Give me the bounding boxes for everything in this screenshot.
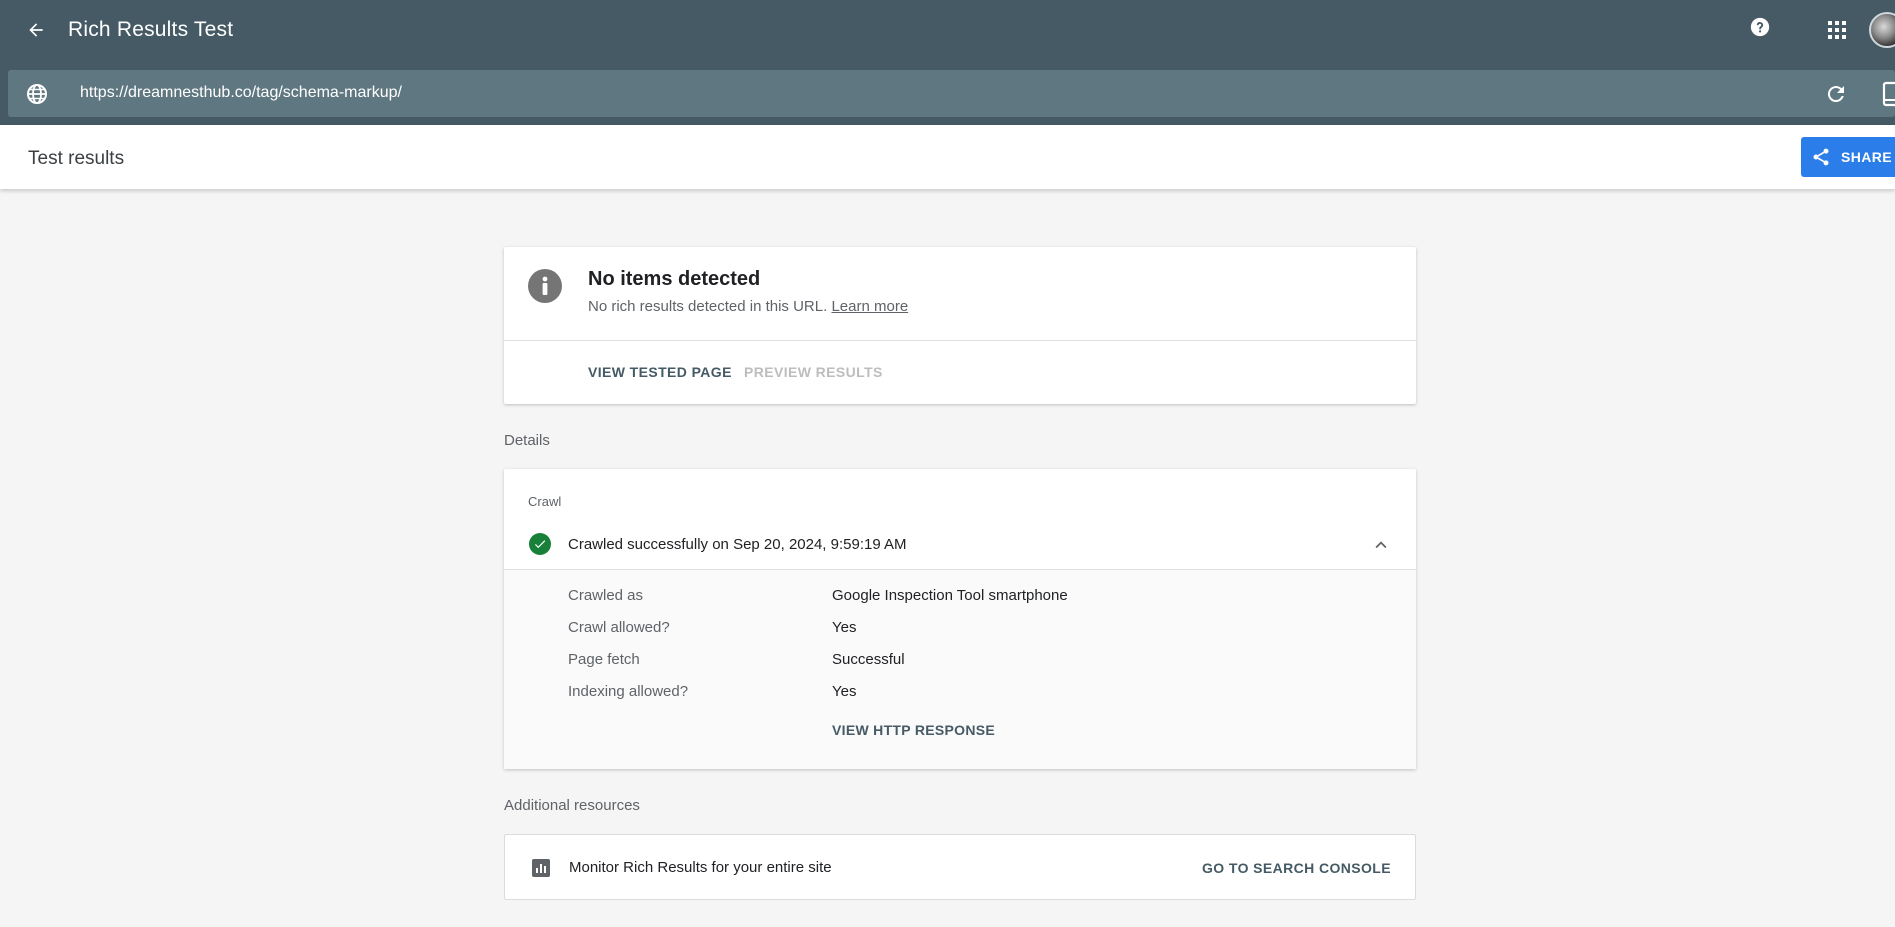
summary-subtext-label: No rich results detected in this URL. bbox=[588, 298, 828, 315]
chevron-up-icon[interactable] bbox=[1370, 534, 1392, 556]
detail-value-crawled-as: Google Inspection Tool smartphone bbox=[832, 587, 1068, 604]
app-header: Rich Results Test https://dreamnesthub.c… bbox=[0, 0, 1895, 125]
summary-subtext: No rich results detected in this URL. Le… bbox=[588, 298, 908, 315]
detail-label-indexing-allowed: Indexing allowed? bbox=[568, 683, 689, 700]
app-title: Rich Results Test bbox=[68, 18, 234, 41]
app-header-row: Rich Results Test bbox=[0, 0, 1895, 60]
additional-resources-label: Additional resources bbox=[504, 797, 640, 814]
detail-value-crawl-allowed: Yes bbox=[832, 619, 857, 636]
go-to-search-console-button[interactable]: GO TO SEARCH CONSOLE bbox=[1202, 860, 1391, 876]
bar-chart-icon bbox=[532, 859, 550, 877]
apps-grid-icon bbox=[1828, 21, 1846, 39]
view-tested-page-button[interactable]: VIEW TESTED PAGE bbox=[588, 364, 732, 380]
reload-icon[interactable] bbox=[1824, 82, 1848, 106]
share-label: SHARE bbox=[1841, 149, 1893, 165]
help-icon bbox=[1750, 17, 1770, 37]
detail-value-page-fetch: Successful bbox=[832, 651, 905, 668]
detail-label-crawl-allowed: Crawl allowed? bbox=[568, 619, 670, 636]
smartphone-icon[interactable] bbox=[1879, 81, 1895, 107]
share-icon bbox=[1813, 148, 1829, 166]
page-title: Test results bbox=[28, 148, 125, 169]
check-circle-icon bbox=[529, 533, 551, 555]
crawl-heading: Crawl bbox=[528, 494, 562, 509]
back-arrow-icon bbox=[29, 23, 43, 37]
detail-label-crawled-as: Crawled as bbox=[568, 587, 644, 604]
url-input[interactable]: https://dreamnesthub.co/tag/schema-marku… bbox=[80, 84, 402, 102]
summary-heading: No items detected bbox=[588, 268, 761, 290]
results-subheader: Test results SHARE bbox=[0, 125, 1895, 189]
detail-label-page-fetch: Page fetch bbox=[568, 651, 640, 668]
crawl-card: Crawl Crawled successfully on Sep 20, 20… bbox=[504, 469, 1416, 769]
crawl-details-body: Crawled as Google Inspection Tool smartp… bbox=[504, 569, 1416, 769]
learn-more-link[interactable]: Learn more bbox=[831, 298, 908, 315]
help-button[interactable] bbox=[1747, 14, 1773, 40]
globe-icon bbox=[27, 84, 47, 104]
crawl-status: Crawled successfully on Sep 20, 2024, 9:… bbox=[568, 536, 907, 553]
card-divider bbox=[504, 340, 1416, 341]
detail-value-indexing-allowed: Yes bbox=[832, 683, 857, 700]
view-http-response-button[interactable]: VIEW HTTP RESPONSE bbox=[832, 722, 995, 738]
details-section-label: Details bbox=[504, 432, 550, 449]
preview-results-button: PREVIEW RESULTS bbox=[744, 364, 883, 380]
info-icon bbox=[528, 269, 562, 303]
resource-text: Monitor Rich Results for your entire sit… bbox=[569, 859, 832, 876]
url-bar[interactable]: https://dreamnesthub.co/tag/schema-marku… bbox=[8, 70, 1895, 117]
summary-card: No items detected No rich results detect… bbox=[504, 247, 1416, 404]
resource-card: Monitor Rich Results for your entire sit… bbox=[504, 834, 1416, 900]
share-button[interactable]: SHARE bbox=[1801, 137, 1895, 177]
account-avatar[interactable] bbox=[1869, 12, 1895, 48]
apps-button[interactable] bbox=[1823, 16, 1851, 44]
back-button[interactable] bbox=[22, 16, 50, 44]
